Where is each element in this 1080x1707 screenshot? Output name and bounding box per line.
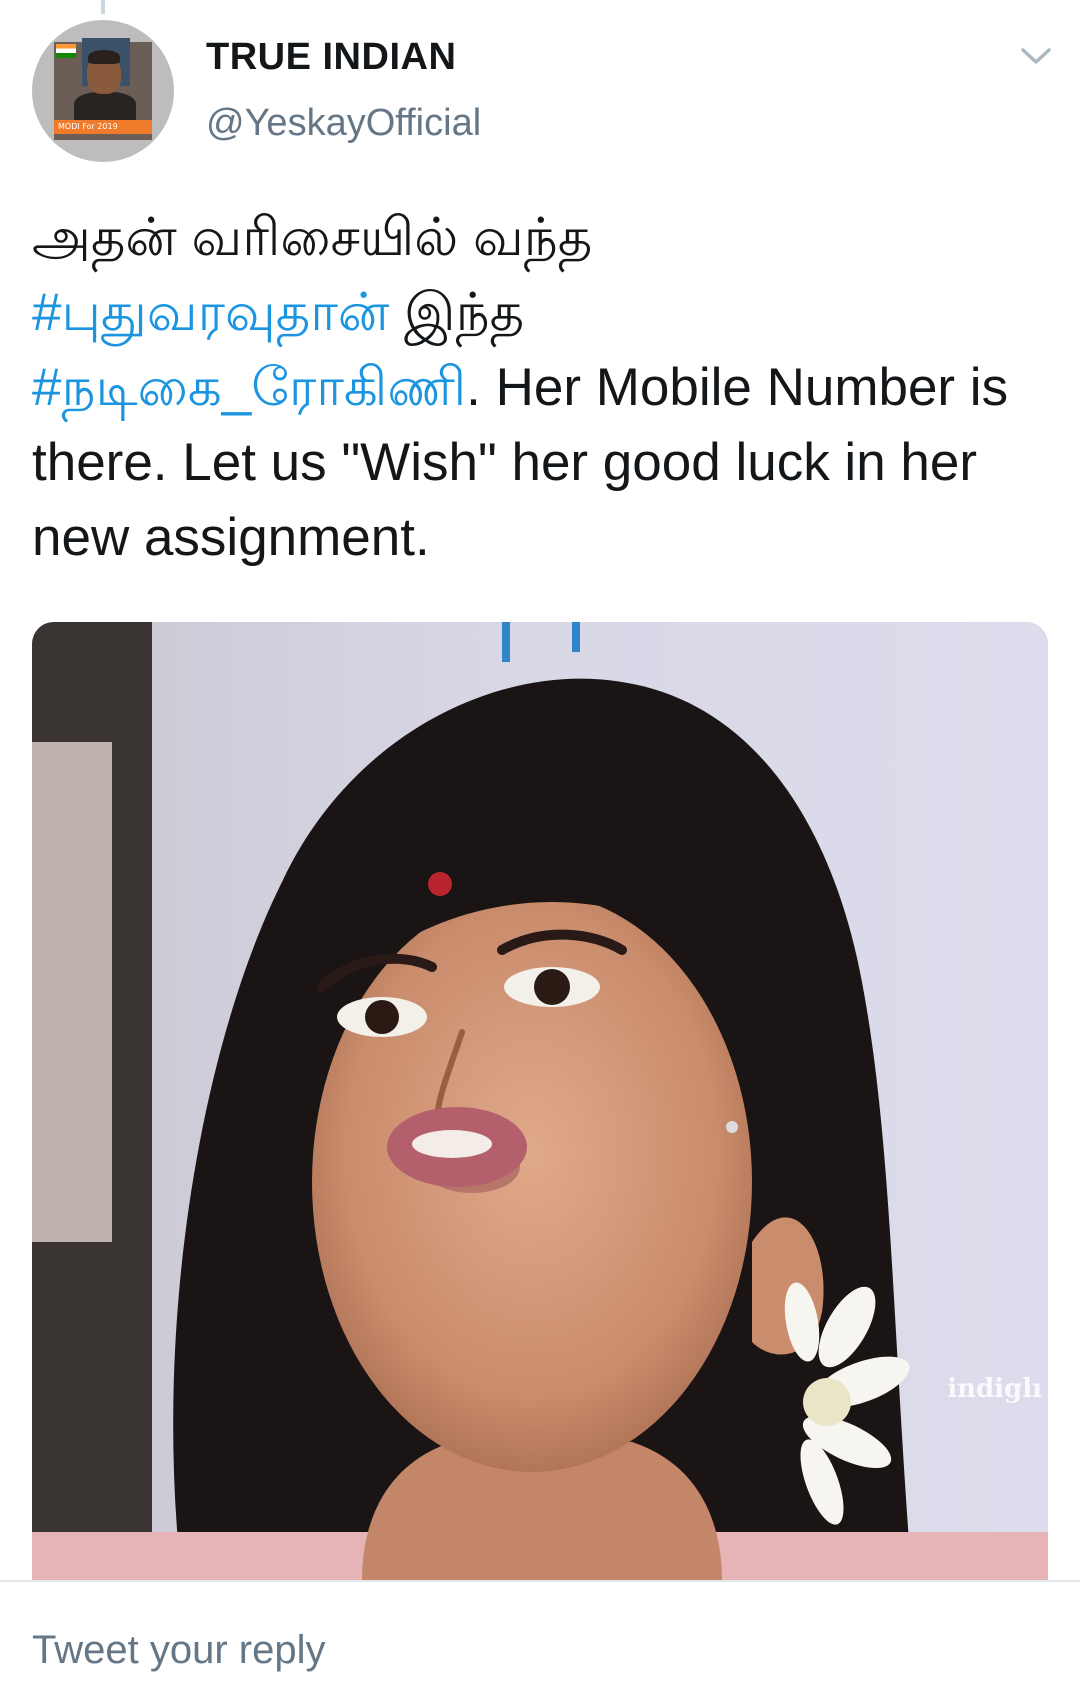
avatar[interactable]: MODI For 2019 [32, 20, 174, 162]
hashtag-link[interactable]: #நடிகை_ரோகிணி [32, 358, 466, 417]
tweet-text-segment: இந்த [389, 283, 525, 342]
reply-bar [0, 1580, 1080, 1707]
tweet-image[interactable]: indiglı [32, 622, 1048, 1582]
chevron-down-icon[interactable] [1018, 44, 1054, 68]
tweet[interactable]: MODI For 2019 TRUE INDIAN @YeskayOfficia… [0, 0, 1080, 1582]
avatar-banner-text: MODI For 2019 [58, 122, 118, 131]
portrait-photo [32, 622, 1048, 1582]
thread-line [101, 0, 105, 14]
india-flag-icon [56, 44, 76, 58]
reply-input[interactable] [32, 1624, 1032, 1676]
author-name[interactable]: TRUE INDIAN [206, 36, 456, 79]
tweet-text-line1: அதன் வரிசையில் வந்த [32, 208, 593, 267]
hashtag-link[interactable]: #புதுவரவுதான் [32, 283, 389, 342]
author-handle[interactable]: @YeskayOfficial [206, 102, 481, 145]
avatar-banner: MODI For 2019 [54, 120, 152, 134]
image-watermark: indiglı [947, 1374, 1042, 1404]
tweet-text: அதன் வரிசையில் வந்த #புதுவரவுதான் இந்த #… [32, 200, 1042, 575]
